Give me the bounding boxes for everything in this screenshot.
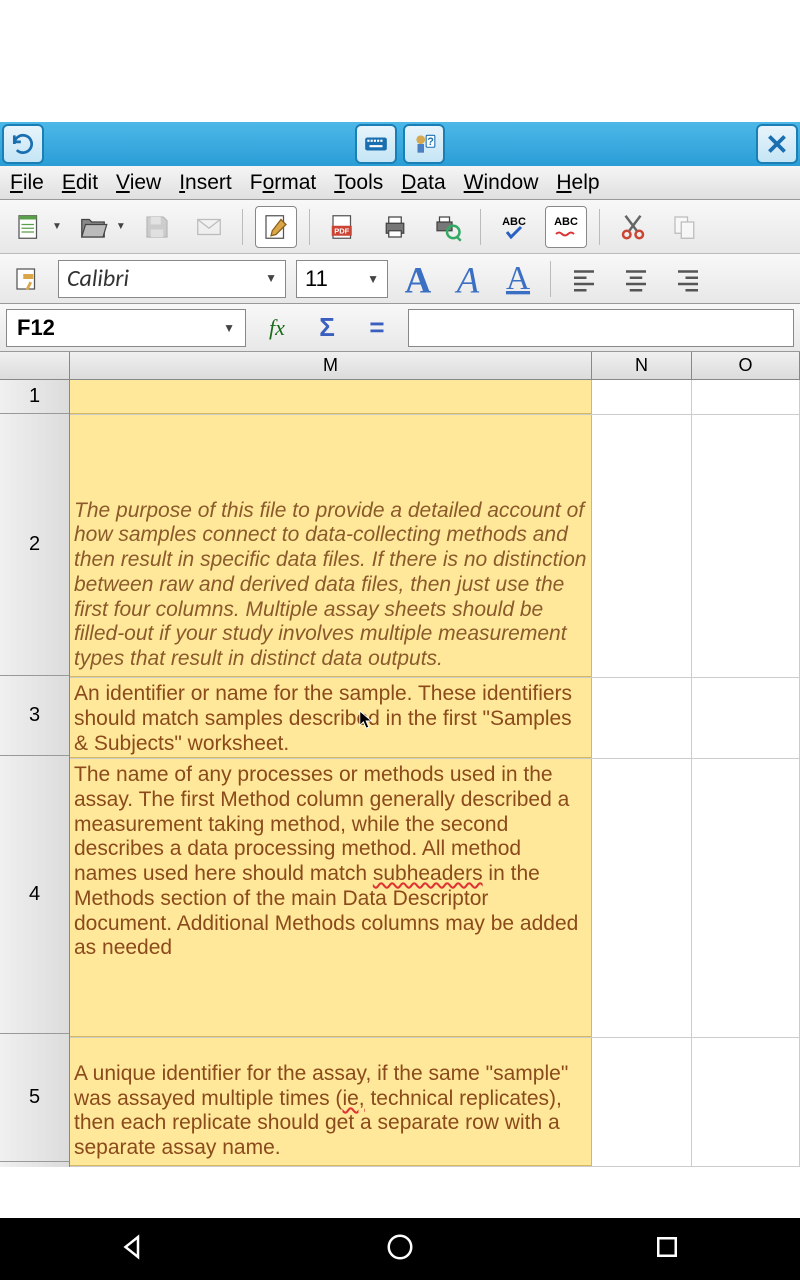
new-doc-button[interactable]: ▼ — [8, 206, 62, 248]
sum-button[interactable]: Σ — [308, 309, 346, 347]
font-name-value: Calibri — [67, 264, 129, 293]
cell-M1[interactable] — [70, 380, 592, 414]
cell-M4[interactable]: The name of any processes or methods use… — [70, 759, 592, 1037]
cell-N2[interactable] — [592, 415, 692, 677]
print-button[interactable] — [374, 206, 416, 248]
keyboard-button[interactable] — [355, 124, 397, 164]
cell-O5[interactable] — [692, 1038, 800, 1166]
menu-window[interactable]: Window — [464, 171, 539, 195]
column-header-N[interactable]: N — [592, 352, 692, 379]
menu-help[interactable]: Help — [556, 171, 599, 195]
cut-button[interactable] — [612, 206, 654, 248]
home-button[interactable] — [385, 1232, 415, 1267]
reload-button[interactable] — [2, 124, 44, 164]
recents-button[interactable] — [652, 1232, 682, 1267]
formula-input[interactable] — [408, 309, 794, 347]
menu-file[interactable]: File — [10, 171, 44, 195]
underline-button[interactable]: A — [498, 259, 538, 299]
row-headers: 1 2 3 4 5 — [0, 380, 70, 1167]
cell-reference-combo[interactable]: F12 ▼ — [6, 309, 246, 347]
row-header-3[interactable]: 3 — [0, 676, 69, 756]
bold-button[interactable]: A — [398, 259, 438, 299]
align-left-button[interactable] — [563, 258, 605, 300]
svg-text:A: A — [506, 260, 530, 297]
spellcheck-button[interactable]: ABC — [493, 206, 535, 248]
cell-O1[interactable] — [692, 380, 800, 414]
svg-text:?: ? — [427, 136, 434, 148]
cell-O4[interactable] — [692, 759, 800, 1037]
blank-top — [0, 0, 800, 122]
cell-M2[interactable]: The purpose of this file to provide a de… — [70, 415, 592, 677]
menu-view[interactable]: View — [116, 171, 161, 195]
column-header-O[interactable]: O — [692, 352, 800, 379]
font-name-combo[interactable]: Calibri ▼ — [58, 260, 286, 298]
back-button[interactable] — [118, 1232, 148, 1267]
align-right-button[interactable] — [667, 258, 709, 300]
menu-data[interactable]: Data — [401, 171, 445, 195]
svg-text:PDF: PDF — [334, 226, 349, 235]
email-button[interactable] — [188, 206, 230, 248]
standard-toolbar: ▼ ▼ PDF ABC ABC — [0, 200, 800, 254]
styles-button[interactable] — [6, 258, 48, 300]
formula-bar: F12 ▼ fx Σ = — [0, 304, 800, 352]
svg-text:A: A — [405, 259, 432, 299]
column-header-M[interactable]: M — [70, 352, 592, 379]
auto-spellcheck-button[interactable]: ABC — [545, 206, 587, 248]
menu-insert[interactable]: Insert — [179, 171, 232, 195]
android-navbar — [0, 1218, 800, 1280]
help-button[interactable]: ? — [403, 124, 445, 164]
copy-button[interactable] — [664, 206, 706, 248]
chevron-down-icon: ▼ — [367, 272, 379, 286]
chevron-down-icon: ▼ — [265, 271, 277, 286]
cell-N1[interactable] — [592, 380, 692, 414]
cell-M3[interactable]: An identifier or name for the sample. Th… — [70, 678, 592, 758]
menu-tools[interactable]: Tools — [334, 171, 383, 195]
row-header-5[interactable]: 5 — [0, 1034, 69, 1162]
cell-N3[interactable] — [592, 678, 692, 758]
chevron-down-icon: ▼ — [223, 321, 235, 335]
menubar: File Edit View Insert Format Tools Data … — [0, 166, 800, 200]
cell-M5[interactable]: A unique identifier for the assay, if th… — [70, 1038, 592, 1166]
formatting-toolbar: Calibri ▼ 11 ▼ A A A — [0, 254, 800, 304]
svg-text:ABC: ABC — [554, 216, 578, 228]
app-window: File Edit View Insert Format Tools Data … — [0, 166, 800, 1167]
save-button[interactable] — [136, 206, 178, 248]
titlebar: ? — [0, 122, 800, 166]
open-button[interactable]: ▼ — [72, 206, 126, 248]
align-center-button[interactable] — [615, 258, 657, 300]
column-headers: M N O — [0, 352, 800, 380]
menu-edit[interactable]: Edit — [62, 171, 98, 195]
italic-button[interactable]: A — [448, 259, 488, 299]
spreadsheet-grid[interactable]: M N O 1 2 3 4 5 The purpose of this file… — [0, 352, 800, 1167]
function-button[interactable]: = — [358, 309, 396, 347]
row-header-2[interactable]: 2 — [0, 414, 69, 676]
function-wizard-button[interactable]: fx — [258, 309, 296, 347]
menu-format[interactable]: Format — [250, 171, 317, 195]
cell-O3[interactable] — [692, 678, 800, 758]
select-all-corner[interactable] — [0, 352, 70, 379]
pdf-export-button[interactable]: PDF — [322, 206, 364, 248]
svg-text:A: A — [455, 259, 480, 299]
cell-N5[interactable] — [592, 1038, 692, 1166]
row-header-1[interactable]: 1 — [0, 380, 69, 414]
print-preview-button[interactable] — [426, 206, 468, 248]
svg-text:ABC: ABC — [502, 216, 526, 228]
cell-N4[interactable] — [592, 759, 692, 1037]
font-size-combo[interactable]: 11 ▼ — [296, 260, 388, 298]
edit-mode-button[interactable] — [255, 206, 297, 248]
cell-reference-value: F12 — [17, 315, 55, 341]
font-size-value: 11 — [305, 266, 328, 292]
row-header-4[interactable]: 4 — [0, 756, 69, 1034]
close-button[interactable] — [756, 124, 798, 164]
cell-O2[interactable] — [692, 415, 800, 677]
